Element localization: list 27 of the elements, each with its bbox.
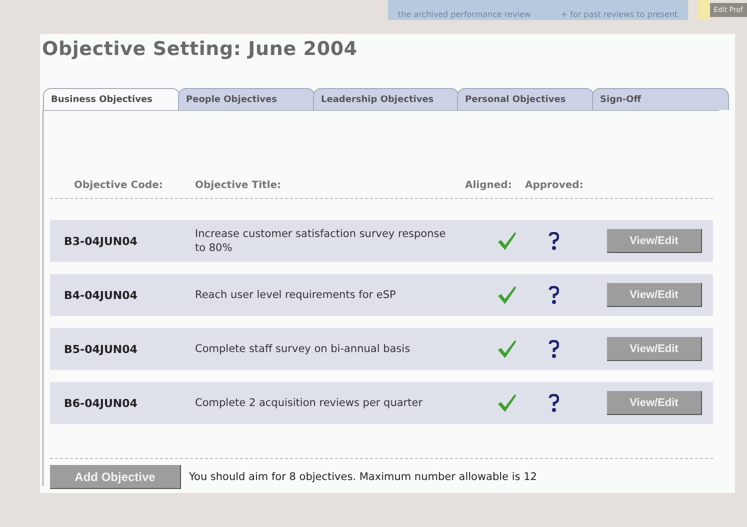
view-edit-button[interactable]: View/Edit (607, 337, 702, 361)
objective-title: Increase customer satisfaction survey response to 80% (195, 227, 447, 255)
column-header: Objective Code: (73, 180, 164, 190)
objective-limit-text: You should aim for 8 objectives. Maximum number allowable is 12 (189, 471, 537, 483)
tab[interactable]: Leadership Objectives (313, 88, 459, 110)
objective-code: B4-04JUN04 (63, 288, 138, 302)
column-header: Objective Title: (195, 180, 282, 190)
tab[interactable]: People Objectives (178, 88, 315, 110)
view-edit-button[interactable]: View/Edit (607, 391, 702, 415)
column-header: Approved: (525, 180, 584, 190)
objective-code: B6-04JUN04 (63, 396, 138, 410)
tab[interactable]: Sign-Off (592, 88, 729, 110)
add-objective-button[interactable]: Add Objective (50, 465, 181, 489)
objective-title: Reach user level requirements for eSP (195, 288, 397, 302)
objective-code: B3-04JUN04 (63, 234, 138, 248)
objective-title: Complete staff survey on bi-annual basis (195, 342, 412, 356)
panel-text: the archived performance review (398, 10, 531, 20)
tab[interactable]: Personal Objectives (457, 88, 594, 110)
objective-title: Complete 2 acquisition reviews per quarter (195, 396, 424, 410)
panel-text: + for past reviews to present (560, 10, 678, 20)
panel-background (698, 0, 710, 20)
tab[interactable]: Business Objectives (43, 88, 180, 110)
objective-code: B5-04JUN04 (63, 342, 138, 356)
page-title: Objective Setting: June 2004 (41, 38, 358, 60)
view-edit-button[interactable]: View/Edit (607, 229, 702, 253)
view-edit-button[interactable]: View/Edit (607, 283, 702, 307)
column-header: Aligned: (465, 180, 513, 190)
